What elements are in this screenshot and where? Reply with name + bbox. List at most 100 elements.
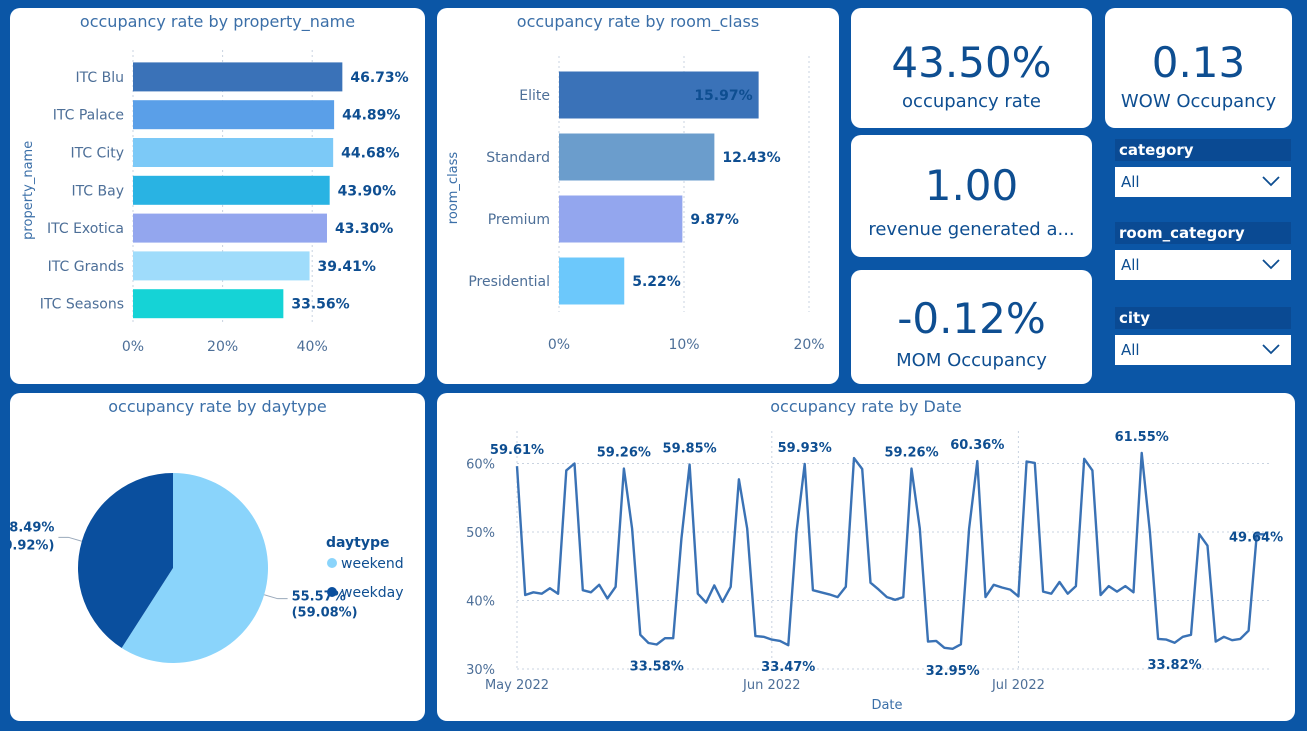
slicer-city-dropdown[interactable]: All xyxy=(1115,335,1291,365)
bar[interactable] xyxy=(133,175,330,205)
data-label: 39.41% xyxy=(318,259,376,275)
pie-value-label: 55.57% xyxy=(292,590,346,605)
x-tick-label: 40% xyxy=(297,339,328,355)
kpi-wow-card: 0.13 WOW Occupancy xyxy=(1105,8,1292,128)
data-label: 33.82% xyxy=(1148,658,1202,673)
daytype-chart-title: occupancy rate by daytype xyxy=(108,397,327,416)
legend-item-weekday[interactable]: weekday xyxy=(341,585,404,601)
date-chart-title: occupancy rate by Date xyxy=(770,397,962,416)
leader-line xyxy=(264,594,288,600)
y-tick-label: 50% xyxy=(466,526,495,541)
bar[interactable] xyxy=(559,195,683,243)
occupancy-series-line[interactable] xyxy=(515,451,1266,651)
x-tick-label: 20% xyxy=(207,339,238,355)
category-label: ITC Blu xyxy=(76,70,124,86)
bar[interactable] xyxy=(133,289,284,319)
data-label: 59.26% xyxy=(884,446,938,461)
chevron-down-icon xyxy=(1262,176,1280,187)
data-label: 60.36% xyxy=(950,438,1004,453)
bar[interactable] xyxy=(133,213,327,243)
data-label: 44.89% xyxy=(342,108,400,124)
kpi-occupancy-value: 43.50% xyxy=(891,38,1052,87)
data-label: 9.87% xyxy=(690,212,739,228)
slicer-category-dropdown[interactable]: All xyxy=(1115,167,1291,197)
slicer-category: category All xyxy=(1115,139,1291,197)
data-label: 61.55% xyxy=(1115,430,1169,445)
bar[interactable] xyxy=(133,138,334,167)
category-label: Standard xyxy=(486,150,550,166)
x-tick-label: 20% xyxy=(793,337,824,353)
chevron-down-icon xyxy=(1262,259,1280,270)
room-class-occupancy-panel: occupancy rate by room_class room_class 0… xyxy=(437,8,839,384)
pie-value-label: 38.49% xyxy=(10,520,54,535)
legend-item-weekend[interactable]: weekend xyxy=(341,556,404,572)
data-label: 43.90% xyxy=(338,183,396,199)
data-label: 12.43% xyxy=(722,150,780,166)
data-label: 33.56% xyxy=(291,297,349,313)
slicer-city-title: city xyxy=(1115,307,1291,329)
kpi-wow-label: WOW Occupancy xyxy=(1120,91,1277,112)
data-label: 15.97% xyxy=(694,88,752,104)
category-label: Elite xyxy=(519,88,550,104)
data-label: 59.26% xyxy=(597,446,651,461)
kpi-occupancy-card: 43.50% occupancy rate xyxy=(851,8,1092,128)
x-tick-label: 10% xyxy=(668,337,699,353)
legend-title: daytype xyxy=(326,535,390,551)
slicer-room-category-value: All xyxy=(1121,256,1140,274)
kpi-revenue-value: 1.00 xyxy=(924,161,1019,210)
bar[interactable] xyxy=(559,257,625,305)
data-label: 5.22% xyxy=(632,274,681,290)
x-tick-label: 0% xyxy=(548,337,570,353)
kpi-mom-value: -0.12% xyxy=(897,294,1046,343)
category-label: ITC Exotica xyxy=(47,221,124,237)
kpi-mom-label: MOM Occupancy xyxy=(896,350,1047,371)
room-class-bar-chart: room_class 0% 10% 20% Elite 15.97% Standard 12.… xyxy=(446,56,825,353)
bar[interactable] xyxy=(133,100,335,130)
legend-marker xyxy=(327,558,337,568)
slicer-city: city All xyxy=(1115,307,1291,365)
category-label: ITC Bay xyxy=(71,183,124,199)
slicer-room-category-title: room_category xyxy=(1115,222,1291,244)
data-label: 46.73% xyxy=(350,70,408,86)
data-label: 33.47% xyxy=(761,660,815,675)
pie-share-label: (59.08%) xyxy=(292,606,358,621)
data-label: 59.61% xyxy=(490,443,544,458)
y-axis-label: room_class xyxy=(446,152,461,225)
kpi-revenue-label: revenue generated a... xyxy=(868,219,1075,240)
data-label: 33.58% xyxy=(630,659,684,674)
kpi-mom-card: -0.12% MOM Occupancy xyxy=(851,270,1092,384)
data-label: 59.93% xyxy=(778,441,832,456)
category-label: Presidential xyxy=(468,274,550,290)
data-label: 59.85% xyxy=(663,442,717,457)
data-label: 43.30% xyxy=(335,221,393,237)
legend-marker xyxy=(327,587,337,597)
y-tick-label: 40% xyxy=(466,595,495,610)
category-label: ITC City xyxy=(70,146,124,162)
data-label: 44.68% xyxy=(341,146,399,162)
x-tick-label: 0% xyxy=(122,339,144,355)
daytype-pie-chart: 55.57%(59.08%) 38.49% (40.92%) daytype weeke… xyxy=(10,473,404,663)
slicer-city-value: All xyxy=(1121,341,1140,359)
y-tick-label: 60% xyxy=(466,458,495,473)
slicer-category-title: category xyxy=(1115,139,1291,161)
category-label: ITC Grands xyxy=(48,259,124,275)
property-chart-title: occupancy rate by property_name xyxy=(79,12,356,31)
date-line-chart: 30% 40% 50% 60% May 2022 Jun 2022 Jul 2022 Date… xyxy=(466,430,1283,713)
daytype-occupancy-panel: occupancy rate by daytype 55.57% (59.08%)… xyxy=(10,393,425,721)
y-tick-label: 30% xyxy=(466,663,495,678)
category-label: ITC Seasons xyxy=(40,297,124,313)
data-label: 32.95% xyxy=(926,664,980,679)
x-tick-label: Jun 2022 xyxy=(742,678,801,693)
bar[interactable] xyxy=(133,62,343,92)
bar[interactable] xyxy=(133,251,310,281)
category-label: Premium xyxy=(488,212,550,228)
bar[interactable] xyxy=(559,133,715,181)
kpi-revenue-card: 1.00 revenue generated a... xyxy=(851,135,1092,257)
x-tick-label: Jul 2022 xyxy=(991,678,1045,693)
pie-share-label: (40.92%) xyxy=(10,538,54,553)
date-occupancy-panel: occupancy rate by Date 30% 40% 50% 60% May 2… xyxy=(437,393,1295,721)
category-label: ITC Palace xyxy=(53,108,124,124)
kpi-wow-value: 0.13 xyxy=(1151,38,1246,87)
slicer-room-category: room_category All xyxy=(1115,222,1291,280)
slicer-room-category-dropdown[interactable]: All xyxy=(1115,250,1291,280)
